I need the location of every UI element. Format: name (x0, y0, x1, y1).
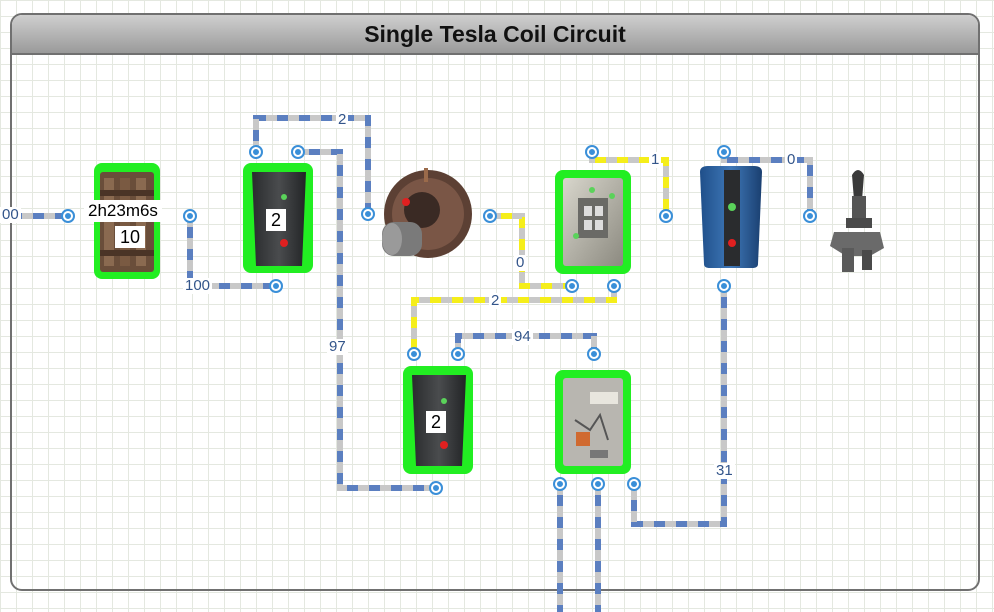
port[interactable] (717, 145, 731, 159)
port[interactable] (291, 145, 305, 159)
power-panel-icon[interactable] (555, 370, 631, 474)
port[interactable] (585, 145, 599, 159)
wire-label-yellow-switch: 0 (514, 254, 527, 271)
wire-label-battery-top: 0 (785, 151, 798, 168)
wire-label-top: 2 (336, 111, 349, 128)
wire-label-yellow-to-counter: 2 (489, 292, 502, 309)
port[interactable] (483, 209, 497, 223)
wire-label-timer-output: 100 (183, 277, 213, 294)
wire-label-long-vertical: 97 (327, 338, 348, 355)
port[interactable] (249, 145, 263, 159)
wire-label-input: 00 (0, 206, 21, 223)
port[interactable] (183, 209, 197, 223)
port[interactable] (429, 481, 443, 495)
wire-battery-down (631, 286, 727, 527)
battery-icon[interactable] (700, 166, 762, 268)
port[interactable] (591, 477, 605, 491)
port[interactable] (565, 279, 579, 293)
electric-switch-icon[interactable] (382, 168, 472, 258)
port[interactable] (717, 279, 731, 293)
counter-value-1: 2 (266, 209, 287, 231)
port[interactable] (803, 209, 817, 223)
and-switch-icon[interactable] (555, 170, 631, 274)
wire-label-yellow-top: 1 (649, 151, 662, 168)
wire-label-to-panel: 94 (512, 328, 533, 345)
port[interactable] (451, 347, 465, 361)
wire-label-battery-down: 31 (714, 462, 735, 479)
tesla-coil-icon[interactable] (830, 170, 884, 272)
port[interactable] (607, 279, 621, 293)
counter-value-2: 2 (426, 411, 447, 433)
port[interactable] (269, 279, 283, 293)
port[interactable] (587, 347, 601, 361)
port[interactable] (61, 209, 75, 223)
port[interactable] (407, 347, 421, 361)
timer-value-label: 10 (115, 226, 146, 248)
port[interactable] (659, 209, 673, 223)
port[interactable] (361, 207, 375, 221)
timer-time-label: 2h23m6s (84, 200, 162, 222)
port[interactable] (553, 477, 567, 491)
port[interactable] (627, 477, 641, 491)
